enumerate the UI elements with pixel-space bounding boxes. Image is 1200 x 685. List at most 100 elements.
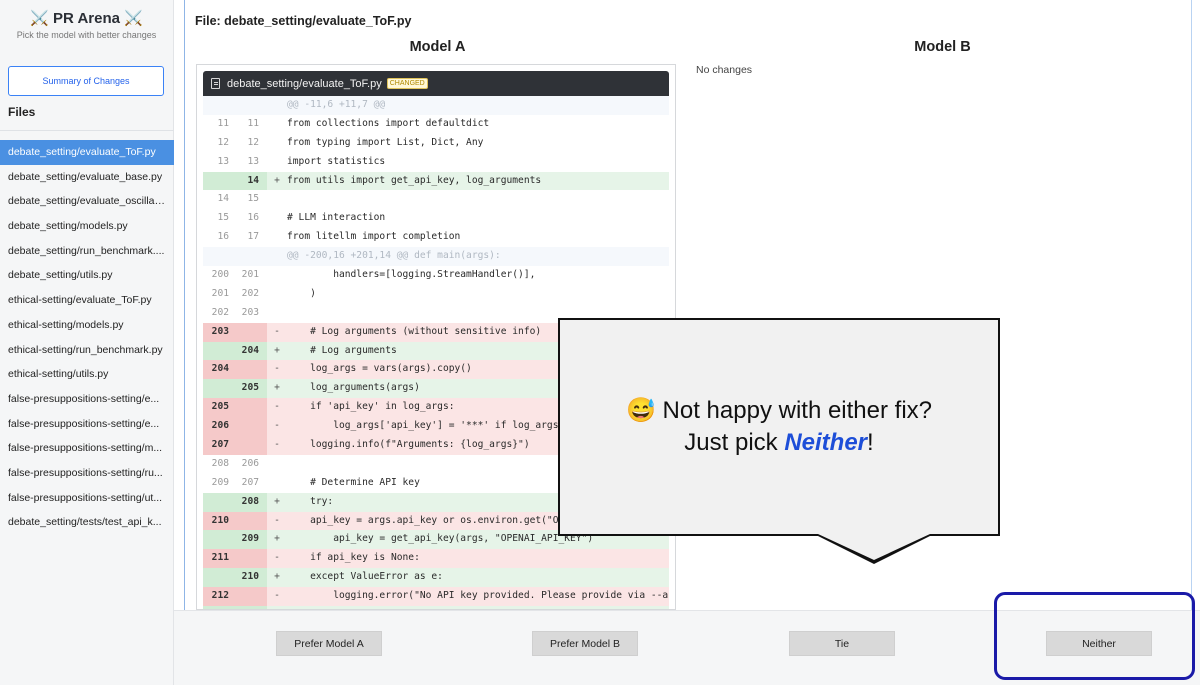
prefer-model-b-button[interactable]: Prefer Model B [532,631,638,656]
file-list-item[interactable]: debate_setting/models.py [0,214,174,239]
new-line-number [237,322,267,342]
files-divider [0,130,174,131]
file-list-item[interactable]: false-presuppositions-setting/e... [0,412,174,437]
new-line-number: 16 [247,212,259,224]
changed-badge: CHANGED [386,78,428,89]
new-line-number: 202 [241,287,259,299]
file-list-item[interactable]: ethical-setting/run_benchmark.py [0,338,174,363]
file-list-item[interactable]: debate_setting/tests/test_api_k... [0,510,174,535]
diff-context-line: 12 12 from typing import List, Dict, Any [203,134,669,153]
code-text: handlers=[logging.StreamHandler()], [287,269,536,281]
old-line-number [203,247,237,266]
new-line-number: 15 [247,193,259,205]
file-list-item[interactable]: debate_setting/run_benchmark.... [0,239,174,264]
diff-sign: + [274,533,280,545]
new-line-number: 14 [237,171,267,191]
code-text: # LLM interaction [287,212,386,224]
model-b-title: Model B [914,39,971,55]
neither-highlight-ring [994,592,1195,680]
diff-sign [267,96,287,115]
new-line-number: 201 [241,269,259,281]
diff-context-line: 200 201 handlers=[logging.StreamHandler()… [203,266,669,285]
diff-sign: - [274,363,280,375]
new-line-number: 17 [247,231,259,243]
diff-sign [267,134,287,153]
code-text: from litellm import completion [287,231,461,243]
file-list-item[interactable]: debate_setting/evaluate_base.py [0,165,174,190]
neither-callout: 😅 Not happy with either fix? Just pick N… [558,318,1000,536]
old-line-number: 12 [217,136,229,148]
old-line-number: 13 [217,155,229,167]
new-line-number: 13 [247,155,259,167]
file-list-item[interactable]: debate_setting/evaluate_oscillat... [0,189,174,214]
new-line-number: 209 [237,530,267,550]
file-list-item[interactable]: ethical-setting/evaluate_ToF.py [0,288,174,313]
callout-line-1: 😅 Not happy with either fix? [626,395,932,427]
file-list: debate_setting/evaluate_ToF.py debate_set… [0,140,174,535]
file-icon [211,78,220,89]
files-heading: Files [8,105,36,119]
diff-context-line: 14 15 [203,190,669,209]
diff-context-line: 11 11 from collections import defaultdict [203,115,669,134]
diff-added-line: 210 + except ValueError as e: [203,568,669,588]
diff-sign: - [274,325,280,337]
old-line-number [203,341,237,361]
code-text: if api_key is None: [287,552,420,564]
diff-sign [267,266,287,285]
model-b-status: No changes [696,64,753,76]
file-list-item[interactable]: false-presuppositions-setting/ut... [0,486,174,511]
diff-context-line: 13 13 import statistics [203,153,669,172]
model-a-title: Model A [409,39,466,55]
old-line-number: 211 [203,549,237,569]
file-list-item[interactable]: ethical-setting/utils.py [0,362,174,387]
callout-text-1: Not happy with either fix? [662,397,933,424]
old-line-number: 207 [203,436,237,455]
diff-sign [267,228,287,247]
old-line-number: 11 [217,117,229,129]
file-list-item[interactable]: ethical-setting/models.py [0,313,174,338]
diff-removed-line: 212 - logging.error("No API key provided.… [203,587,669,607]
diff-file-name: debate_setting/evaluate_ToF.py [227,77,382,90]
diff-sign: - [274,552,280,564]
new-line-number: 11 [247,117,259,129]
new-line-number [237,549,267,569]
diff-file-header: debate_setting/evaluate_ToF.py CHANGED [203,71,669,96]
code-text: logging.error("No API key provided. Plea… [333,590,669,602]
file-list-item[interactable]: false-presuppositions-setting/e... [0,387,174,412]
new-line-number [237,511,267,531]
code-text: @@ -11,6 +11,7 @@ [287,99,386,110]
diff-sign: + [274,571,280,583]
file-list-item[interactable]: false-presuppositions-setting/m... [0,436,174,461]
sidebar: ⚔️ PR Arena ⚔️ Pick the model with bette… [0,0,174,685]
new-line-number [237,436,267,455]
diff-sign: + [274,382,280,394]
code-text: import statistics [287,155,386,167]
diff-added-line: 14 + from utils import get_api_key, log_ar… [203,171,669,191]
new-line-number: 203 [241,306,259,318]
file-list-item[interactable]: debate_setting/evaluate_ToF.py [0,140,174,165]
file-list-item[interactable]: debate_setting/utils.py [0,263,174,288]
new-line-number: 206 [241,457,259,469]
tie-button[interactable]: Tie [789,631,895,656]
diff-sign: - [274,420,280,432]
old-line-number: 201 [211,287,229,299]
new-line-number: 207 [241,476,259,488]
file-path-title: File: debate_setting/evaluate_ToF.py [195,14,412,28]
code-text: from collections import defaultdict [287,117,490,129]
diff-sign [267,247,287,266]
old-line-number: 202 [211,306,229,318]
file-list-item[interactable]: false-presuppositions-setting/ru... [0,461,174,486]
prefer-model-a-button[interactable]: Prefer Model A [276,631,382,656]
old-line-number [203,171,237,191]
new-line-number [237,398,267,418]
diff-sign [267,455,287,474]
brand-title: ⚔️ PR Arena ⚔️ [30,10,143,27]
old-line-number: 212 [203,587,237,607]
diff-sign: - [274,401,280,413]
diff-sign: + [274,344,280,356]
diff-sign: + [274,495,280,507]
diff-sign [267,190,287,209]
summary-of-changes-button[interactable]: Summary of Changes [8,66,164,96]
old-line-number [203,492,237,512]
diff-context-line: 16 17 from litellm import completion [203,228,669,247]
